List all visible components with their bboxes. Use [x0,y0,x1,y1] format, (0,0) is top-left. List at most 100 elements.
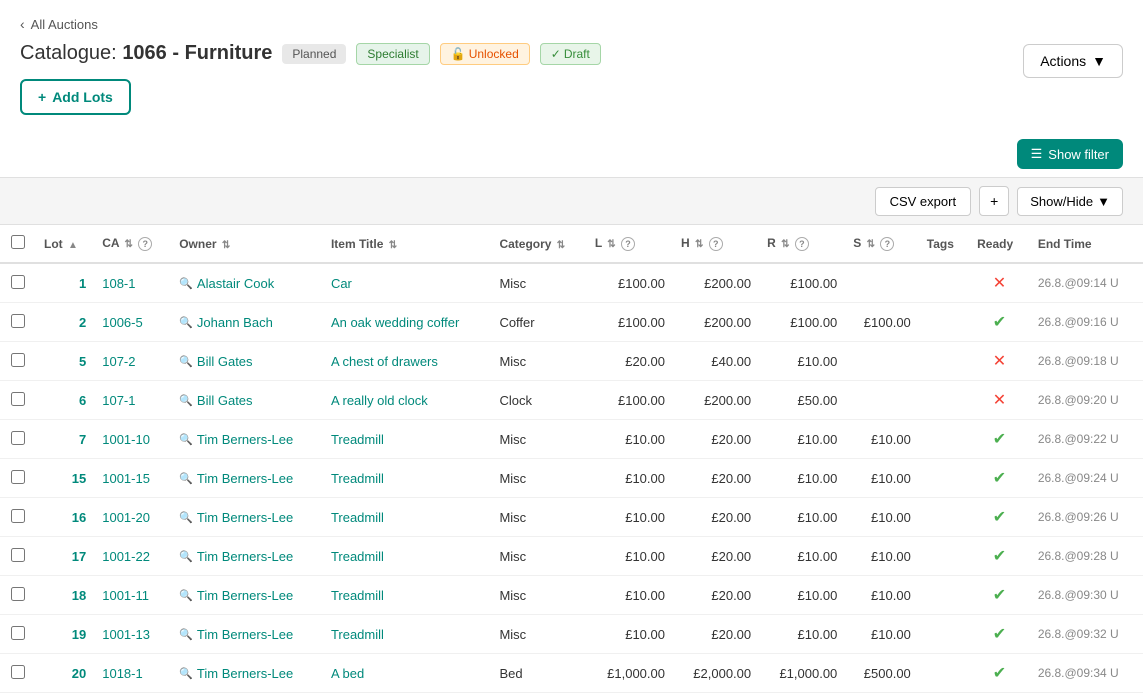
ca-value[interactable]: 108-1 [94,263,171,303]
col-l[interactable]: L ⇅ ? [587,225,673,263]
row-checkbox[interactable] [11,431,25,445]
row-checkbox[interactable] [11,509,25,523]
col-r[interactable]: R ⇅ ? [759,225,845,263]
category: Clock [491,381,586,420]
tags-cell [919,654,969,693]
owner-cell[interactable]: 🔍 Bill Gates [171,342,323,381]
help-icon[interactable]: ? [880,237,894,251]
row-checkbox[interactable] [11,587,25,601]
row-checkbox[interactable] [11,392,25,406]
help-icon[interactable]: ? [709,237,723,251]
add-lots-button[interactable]: + Add Lots [20,79,131,115]
lot-number[interactable]: 5 [36,342,94,381]
lot-number[interactable]: 15 [36,459,94,498]
show-hide-button[interactable]: Show/Hide ▼ [1017,187,1123,216]
ca-value[interactable]: 1001-10 [94,420,171,459]
owner-cell[interactable]: 🔍 Tim Berners-Lee [171,654,323,693]
ca-value[interactable]: 1001-20 [94,498,171,537]
owner-cell[interactable]: 🔍 Tim Berners-Lee [171,576,323,615]
row-checkbox-cell[interactable] [0,459,36,498]
row-checkbox-cell[interactable] [0,263,36,303]
ca-value[interactable]: 1001-11 [94,576,171,615]
owner-cell[interactable]: 🔍 Johann Bach [171,303,323,342]
owner-cell[interactable]: 🔍 Tim Berners-Lee [171,537,323,576]
row-checkbox[interactable] [11,275,25,289]
item-title[interactable]: A really old clock [323,381,492,420]
lot-number[interactable]: 16 [36,498,94,537]
ready-cell: ✔ [969,459,1030,498]
show-filter-button[interactable]: ☰ Show filter [1017,139,1123,169]
lot-number[interactable]: 18 [36,576,94,615]
row-checkbox[interactable] [11,353,25,367]
ca-value[interactable]: 1018-1 [94,654,171,693]
row-checkbox-cell[interactable] [0,654,36,693]
item-title[interactable]: Treadmill [323,576,492,615]
lot-number[interactable]: 6 [36,381,94,420]
lot-number[interactable]: 7 [36,420,94,459]
row-checkbox-cell[interactable] [0,381,36,420]
csv-export-button[interactable]: CSV export [875,187,971,216]
select-all-header[interactable] [0,225,36,263]
item-title[interactable]: Treadmill [323,537,492,576]
row-checkbox-cell[interactable] [0,342,36,381]
row-checkbox-cell[interactable] [0,303,36,342]
item-title[interactable]: Treadmill [323,420,492,459]
select-all-checkbox[interactable] [11,235,25,249]
ca-value[interactable]: 1001-13 [94,615,171,654]
row-checkbox-cell[interactable] [0,576,36,615]
col-s[interactable]: S ⇅ ? [845,225,919,263]
end-time: 26.8.@09:34 U [1030,654,1143,693]
row-checkbox[interactable] [11,665,25,679]
row-checkbox-cell[interactable] [0,420,36,459]
ca-value[interactable]: 1006-5 [94,303,171,342]
ca-value[interactable]: 107-2 [94,342,171,381]
owner-cell[interactable]: 🔍 Tim Berners-Lee [171,498,323,537]
help-icon[interactable]: ? [795,237,809,251]
row-checkbox-cell[interactable] [0,615,36,654]
row-checkbox[interactable] [11,548,25,562]
add-row-button[interactable]: + [979,186,1009,216]
back-link[interactable]: ‹ All Auctions [20,16,1123,32]
help-icon[interactable]: ? [621,237,635,251]
owner-cell[interactable]: 🔍 Tim Berners-Lee [171,615,323,654]
h-value: £20.00 [673,420,759,459]
col-item-title[interactable]: Item Title ⇅ [323,225,492,263]
item-title[interactable]: Car [323,263,492,303]
row-checkbox[interactable] [11,314,25,328]
owner-cell[interactable]: 🔍 Tim Berners-Lee [171,420,323,459]
item-title[interactable]: A bed [323,654,492,693]
lot-number[interactable]: 1 [36,263,94,303]
actions-button[interactable]: Actions ▼ [1023,44,1123,78]
owner-cell[interactable]: 🔍 Bill Gates [171,381,323,420]
col-owner[interactable]: Owner ⇅ [171,225,323,263]
show-hide-label: Show/Hide [1030,194,1093,209]
lot-number[interactable]: 2 [36,303,94,342]
ready-cross-icon: ✕ [993,275,1006,292]
row-checkbox-cell[interactable] [0,537,36,576]
item-title[interactable]: Treadmill [323,498,492,537]
category: Bed [491,654,586,693]
lot-number[interactable]: 17 [36,537,94,576]
chevron-down-icon: ▼ [1092,53,1106,69]
col-h[interactable]: H ⇅ ? [673,225,759,263]
owner-cell[interactable]: 🔍 Alastair Cook [171,263,323,303]
lot-number[interactable]: 19 [36,615,94,654]
ready-cross-icon: ✕ [993,392,1006,409]
item-title[interactable]: Treadmill [323,615,492,654]
owner-cell[interactable]: 🔍 Tim Berners-Lee [171,459,323,498]
col-category[interactable]: Category ⇅ [491,225,586,263]
row-checkbox[interactable] [11,626,25,640]
col-ca[interactable]: CA ⇅ ? [94,225,171,263]
lot-number[interactable]: 20 [36,654,94,693]
ca-value[interactable]: 1001-22 [94,537,171,576]
ready-check-icon: ✔ [993,470,1006,487]
col-lot[interactable]: Lot ▲ [36,225,94,263]
item-title[interactable]: A chest of drawers [323,342,492,381]
item-title[interactable]: Treadmill [323,459,492,498]
item-title[interactable]: An oak wedding coffer [323,303,492,342]
help-icon[interactable]: ? [138,237,152,251]
row-checkbox-cell[interactable] [0,498,36,537]
row-checkbox[interactable] [11,470,25,484]
ca-value[interactable]: 1001-15 [94,459,171,498]
ca-value[interactable]: 107-1 [94,381,171,420]
